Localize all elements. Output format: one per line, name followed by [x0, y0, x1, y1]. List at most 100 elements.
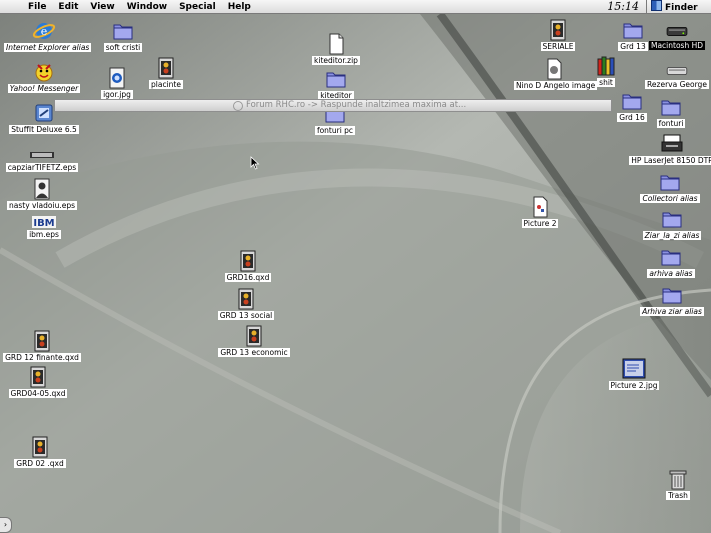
collapsed-window-bar[interactable]: Forum RHC.ro -> Raspunde inaltzimea maxi…	[54, 99, 612, 112]
desktop-icon-ibm[interactable]: IBM ibm.eps	[4, 215, 84, 239]
desktop-icon-macintosh-hd[interactable]: Macintosh HD	[637, 22, 711, 50]
desktop-icon-picture2[interactable]: Picture 2	[500, 196, 580, 228]
desktop-icon-kiteditor-zip[interactable]: kiteditor.zip	[296, 33, 376, 65]
quarkxpress-file-icon	[30, 366, 46, 388]
drawer-tab[interactable]: ›	[0, 517, 12, 533]
desktop-icon-rezerva-george[interactable]: Rezerva George	[637, 63, 711, 89]
desktop-icon-grd12-finante[interactable]: GRD 12 finante.qxd	[2, 330, 82, 362]
icon-label: HP LaserJet 8150 DTP	[629, 156, 711, 165]
desktop-icon-arhiva[interactable]: arhiva alias	[631, 246, 711, 278]
icon-label: fonturi	[656, 119, 686, 128]
finder-icon	[651, 0, 662, 11]
icon-label: ibm.eps	[27, 230, 61, 239]
quarkxpress-file-icon	[158, 57, 174, 79]
desktop: File Edit View Window Special Help 15:14…	[0, 0, 711, 533]
menu-window[interactable]: Window	[121, 2, 173, 12]
drawer-tab-icon: ›	[3, 520, 8, 529]
mouse-pointer-icon	[250, 156, 260, 170]
folder-alias-icon	[662, 288, 682, 304]
desktop-icon-arhiva-ziar[interactable]: Arhiva ziar alias	[628, 284, 711, 316]
ibm-logo-icon: IBM	[32, 216, 56, 229]
hard-drive-icon	[666, 26, 688, 36]
desktop-icon-collectori[interactable]: Collectori alias	[630, 171, 710, 203]
icon-label: shit	[597, 78, 615, 87]
image-file-icon	[547, 58, 562, 80]
hard-drive-icon	[666, 67, 688, 75]
icon-label: nasty vladoiu.eps	[7, 201, 77, 210]
icon-label: GRD04-05.qxd	[8, 389, 68, 398]
menu-bar: File Edit View Window Special Help 15:14…	[0, 0, 711, 14]
menubar-clock[interactable]: 15:14	[607, 0, 639, 13]
icon-label: Trash	[666, 491, 690, 500]
loading-spinner-icon	[233, 101, 243, 111]
desktop-icon-picture2-jpg[interactable]: Picture 2.jpg	[594, 358, 674, 390]
application-menu[interactable]: Finder	[646, 0, 711, 13]
icon-label: GRD 13 economic	[218, 348, 290, 357]
trash-icon	[669, 470, 687, 490]
quarkxpress-file-icon	[550, 19, 566, 41]
menu-view[interactable]: View	[84, 2, 120, 12]
folder-alias-icon	[660, 175, 680, 191]
menu-file[interactable]: File	[22, 2, 52, 12]
eps-file-icon	[30, 152, 54, 158]
icon-label: fonturi pc	[314, 126, 356, 135]
icon-label: Arhiva ziar alias	[640, 307, 704, 316]
desktop-icon-grd02[interactable]: GRD 02 .qxd	[0, 436, 80, 468]
quarkxpress-file-icon	[34, 330, 50, 352]
quarkxpress-file-icon	[238, 288, 254, 310]
svg-text:e: e	[41, 25, 48, 38]
menu-help[interactable]: Help	[222, 2, 257, 12]
icon-label: GRD16.qxd	[224, 273, 272, 282]
desktop-icon-grd04-05[interactable]: GRD04-05.qxd	[0, 366, 78, 398]
desktop-icon-grd13-social[interactable]: GRD 13 social	[206, 288, 286, 320]
quarkxpress-file-icon	[246, 325, 262, 347]
menu-edit[interactable]: Edit	[52, 2, 84, 12]
icon-label: GRD 12 finante.qxd	[3, 353, 81, 362]
icon-label: Picture 2	[521, 219, 559, 228]
desktop-icon-trash[interactable]: Trash	[638, 468, 711, 500]
desktop-icon-grd16-qxd[interactable]: GRD16.qxd	[208, 250, 288, 282]
image-file-icon	[533, 196, 548, 218]
icon-label: Picture 2.jpg	[608, 381, 660, 390]
printer-icon	[661, 134, 683, 152]
window-title: Forum RHC.ro -> Raspunde inaltzimea maxi…	[246, 100, 467, 110]
icon-label: SERIALE	[540, 42, 576, 51]
icon-label: soft cristi	[103, 43, 143, 52]
desktop-icon-placinte[interactable]: placinte	[126, 57, 206, 89]
folder-alias-icon	[661, 250, 681, 266]
desktop-icon-shit[interactable]: shit	[566, 55, 646, 87]
desktop-icon-seriale[interactable]: SERIALE	[518, 19, 598, 51]
desktop-icon-fonturi[interactable]: fonturi	[631, 96, 711, 128]
icon-label: placinte	[149, 80, 183, 89]
desktop-icon-kiteditor[interactable]: kiteditor	[296, 68, 376, 100]
folder-icon	[113, 24, 133, 40]
desktop-icon-nasty[interactable]: nasty vladoiu.eps	[2, 178, 82, 210]
desktop-icon-yahoo-messenger[interactable]: Yahoo! Messenger	[4, 61, 84, 93]
internet-explorer-icon: e	[32, 23, 56, 39]
document-icon	[329, 33, 344, 55]
jpeg-image-icon	[622, 358, 646, 379]
desktop-icon-hp-laserjet[interactable]: HP LaserJet 8150 DTP	[628, 133, 711, 165]
icon-label: Rezerva George	[645, 80, 709, 89]
stuffit-icon	[35, 104, 53, 122]
quarkxpress-file-icon	[240, 250, 256, 272]
menu-special[interactable]: Special	[173, 2, 222, 12]
icon-label: Macintosh HD	[648, 41, 706, 50]
folder-icon	[326, 72, 346, 88]
desktop-icon-ziar-la-zi[interactable]: Ziar_la_zi alias	[632, 208, 711, 240]
icon-label: Internet Explorer alias	[4, 43, 92, 52]
icon-label: igor.jpg	[101, 90, 133, 99]
desktop-icon-capziar[interactable]: capziarTIFETZ.eps	[2, 148, 82, 172]
books-icon	[597, 56, 615, 76]
quarkxpress-file-icon	[32, 436, 48, 458]
icon-label: capziarTIFETZ.eps	[5, 163, 79, 172]
desktop-icon-soft-cristi[interactable]: soft cristi	[83, 20, 163, 52]
application-menu-label: Finder	[665, 3, 698, 13]
folder-icon	[661, 100, 681, 116]
icon-label: GRD 13 social	[217, 311, 275, 320]
desktop-icon-internet-explorer[interactable]: e Internet Explorer alias	[4, 20, 92, 52]
icon-label: GRD 02 .qxd	[14, 459, 66, 468]
portrait-file-icon	[34, 178, 50, 200]
desktop-icon-grd13-economic[interactable]: GRD 13 economic	[214, 325, 294, 357]
icon-label: Ziar_la_zi alias	[642, 231, 702, 240]
